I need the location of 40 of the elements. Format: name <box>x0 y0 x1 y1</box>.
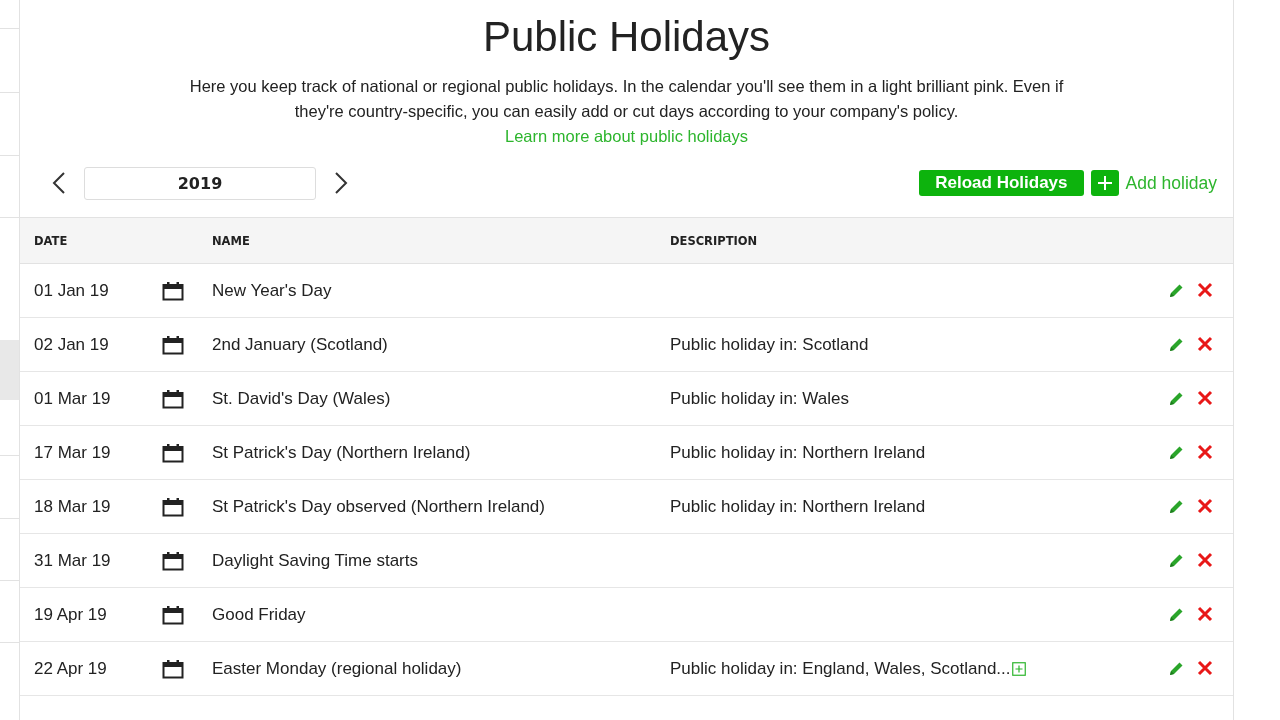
column-header: NAME <box>212 233 251 248</box>
date-cell-text: 17 Mar 19 <box>33 442 112 463</box>
calendar-icon <box>162 388 184 409</box>
holiday-name: St Patrick's Day (Northern Ireland) <box>212 442 472 463</box>
holiday-name: St Patrick's Day observed (Northern Ireland) <box>212 496 546 517</box>
reload-holidays-button[interactable]: Reload Holidays <box>919 170 1084 196</box>
calendar-icon <box>162 280 184 301</box>
calendar-icon <box>162 658 184 679</box>
add-icon[interactable] <box>1090 170 1119 196</box>
date-cell-text: 19 Apr 19 <box>33 604 108 625</box>
date-cell-text: 22 Apr 19 <box>33 658 108 679</box>
calendar-icon <box>162 550 184 571</box>
date-cell-text: 01 Mar 19 <box>33 388 112 409</box>
holiday-description: Public holiday in: England, Wales, Scotland... <box>670 658 1011 679</box>
holiday-description: Public holiday in: Scotland <box>670 334 869 355</box>
holiday-name: 2nd January (Scotland) <box>212 334 389 355</box>
expand-icon[interactable] <box>1011 661 1026 676</box>
holiday-description: Public holiday in: Wales <box>670 388 849 409</box>
holiday-name: Easter Monday (regional holiday) <box>212 658 463 679</box>
holiday-name: Good Friday <box>212 604 307 625</box>
learn-more-link[interactable]: Learn more about public holidays <box>504 124 749 149</box>
date-cell-text: 31 Mar 19 <box>33 550 112 571</box>
calendar-icon <box>162 442 184 463</box>
column-header: DATE <box>33 233 69 248</box>
holiday-name: St. David's Day (Wales) <box>212 388 392 409</box>
date-cell-text: 02 Jan 19 <box>33 334 110 355</box>
date-cell-text: 01 Jan 19 <box>33 280 110 301</box>
intro-text: Here you keep track of national or regional public holidays. In the calendar you'll see them in a light brilliant pink. Even if they're country-specific, you can easily add or cut days according to your company's policy. <box>188 76 1065 122</box>
holiday-description: Public holiday in: Northern Ireland <box>670 442 926 463</box>
date-cell-text: 18 Mar 19 <box>33 496 112 517</box>
calendar-icon <box>162 334 184 355</box>
add-holiday-link[interactable]: Add holiday <box>1125 172 1217 194</box>
year-field[interactable]: 2019 <box>84 166 316 200</box>
holiday-name: Daylight Saving Time starts <box>212 550 419 571</box>
calendar-icon <box>162 604 184 625</box>
calendar-icon <box>162 496 184 517</box>
holiday-description: Public holiday in: Northern Ireland <box>670 496 926 517</box>
column-header: DESCRIPTION <box>670 233 759 248</box>
holiday-name: New Year's Day <box>212 280 333 301</box>
page-title: Public Holidays <box>481 12 772 62</box>
